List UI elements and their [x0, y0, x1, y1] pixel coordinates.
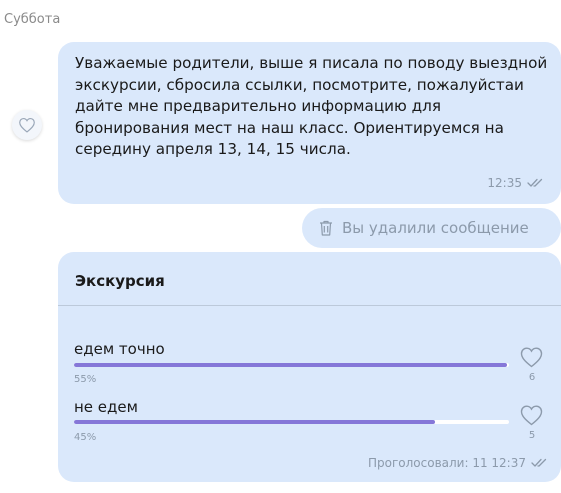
poll-card: Экскурсия едем точно 55% 6 не едем 45% 5… — [58, 252, 561, 482]
poll-option-fill — [74, 363, 507, 367]
message-meta: 12:35 — [487, 176, 545, 190]
poll-option-label[interactable]: едем точно — [74, 340, 165, 358]
heart-icon[interactable] — [519, 404, 544, 426]
poll-option-votes: 6 — [528, 372, 536, 383]
poll-option-bar — [74, 420, 509, 424]
poll-title: Экскурсия — [75, 272, 165, 290]
poll-footer-text: Проголосовали: 11 12:37 — [368, 456, 526, 470]
poll-option-percent: 45% — [74, 432, 97, 443]
poll-footer: Проголосовали: 11 12:37 — [368, 456, 549, 470]
message-bubble[interactable]: Уважаемые родители, выше я писала по пов… — [58, 42, 561, 204]
deleted-message-text: Вы удалили сообщение — [342, 219, 529, 237]
poll-option-label[interactable]: не едем — [74, 398, 138, 416]
heart-icon — [19, 118, 35, 133]
message-time: 12:35 — [487, 176, 522, 190]
poll-divider — [58, 305, 561, 306]
poll-option-votes: 5 — [528, 430, 536, 441]
day-label: Суббота — [4, 12, 61, 27]
poll-option-percent: 55% — [74, 374, 97, 385]
double-check-icon — [531, 458, 547, 467]
heart-icon[interactable] — [519, 346, 544, 368]
poll-option-fill — [74, 420, 436, 424]
double-check-icon — [527, 178, 543, 187]
poll-option-bar — [74, 363, 509, 367]
trash-icon — [320, 220, 332, 236]
deleted-message: Вы удалили сообщение — [302, 208, 561, 248]
message-text: Уважаемые родители, выше я писала по пов… — [75, 54, 548, 158]
like-button[interactable] — [12, 110, 42, 140]
